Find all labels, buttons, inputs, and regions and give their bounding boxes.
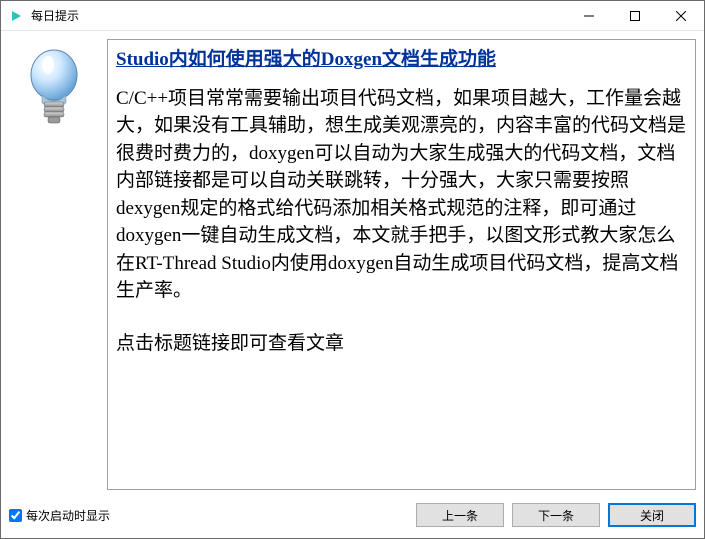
lightbulb-icon <box>22 47 86 490</box>
titlebar: 每日提示 <box>1 1 704 31</box>
window-title: 每日提示 <box>31 7 79 24</box>
dialog-window: 每日提示 <box>0 0 705 539</box>
show-on-startup-label: 每次启动时显示 <box>26 507 110 524</box>
prev-button[interactable]: 上一条 <box>416 503 504 527</box>
tip-text-panel: Studio内如何使用强大的Doxgen文档生成功能 C/C++项目常常需要输出… <box>107 39 696 490</box>
content-area: Studio内如何使用强大的Doxgen文档生成功能 C/C++项目常常需要输出… <box>1 31 704 498</box>
tip-body-text: C/C++项目常常需要输出项目代码文档，如果项目越大，工作量会越大，如果没有工具… <box>116 85 687 305</box>
tip-footer-text: 点击标题链接即可查看文章 <box>116 331 687 358</box>
app-icon <box>7 7 25 25</box>
tip-icon-column <box>9 39 99 490</box>
close-button[interactable]: 关闭 <box>608 503 696 527</box>
minimize-button[interactable] <box>566 1 612 31</box>
show-on-startup-input[interactable] <box>9 509 22 522</box>
button-bar: 每次启动时显示 上一条 下一条 关闭 <box>1 498 704 538</box>
show-on-startup-checkbox[interactable]: 每次启动时显示 <box>9 507 110 524</box>
close-window-button[interactable] <box>658 1 704 31</box>
next-button[interactable]: 下一条 <box>512 503 600 527</box>
maximize-button[interactable] <box>612 1 658 31</box>
tip-title-link[interactable]: Studio内如何使用强大的Doxgen文档生成功能 <box>116 46 496 75</box>
